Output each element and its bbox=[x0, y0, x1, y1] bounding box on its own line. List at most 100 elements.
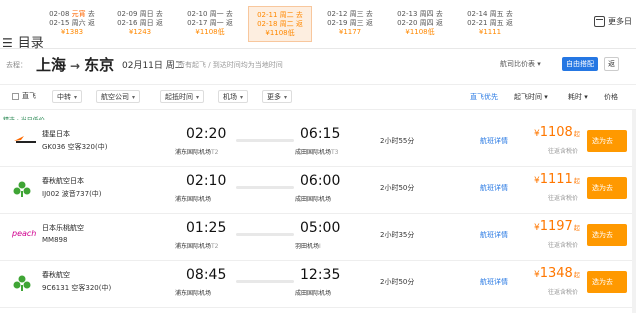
airline-name: 捷星日本 bbox=[42, 130, 70, 138]
arrival-time: 05:00 bbox=[300, 220, 341, 236]
arrival-time: 06:00 bbox=[300, 173, 341, 189]
flight-detail-link[interactable]: 航班详情 bbox=[480, 277, 508, 287]
select-flight-button[interactable]: 选为去 bbox=[587, 271, 627, 293]
date-cell[interactable]: 02-12 周三 去 02-19 周三 返 ¥1177 bbox=[318, 6, 382, 42]
departure-terminal: T2 bbox=[211, 149, 219, 156]
route-header: 去程： 上海 → 东京 02月11日 周二 所有起飞 / 到达时间均为当地时间 航司… bbox=[0, 54, 636, 76]
price-suffix: 起 bbox=[573, 225, 580, 232]
arrival-airport: 成田国际机场T3 bbox=[295, 149, 339, 156]
chevron-down-icon: ▾ bbox=[284, 94, 288, 101]
price-suffix: 起 bbox=[573, 272, 580, 279]
from-city: 上海 bbox=[36, 56, 67, 74]
flight-duration: 2小时50分 bbox=[380, 184, 415, 192]
flight-number[interactable]: MM898 bbox=[42, 236, 67, 244]
arrival-terminal: I bbox=[319, 243, 321, 250]
date-return: 02-17 周一 返 bbox=[187, 19, 233, 27]
date-go: 02-14 周五 去 bbox=[467, 10, 513, 18]
price: ¥1197起 bbox=[534, 219, 580, 234]
airline-name: 春秋航空 bbox=[42, 271, 70, 279]
arrival-airport: 成田国际机场 bbox=[295, 196, 332, 203]
date-go: 02-08 元宵 去 bbox=[49, 10, 95, 18]
date-price: ¥1108低 bbox=[195, 28, 225, 36]
flight-detail-link[interactable]: 航班详情 bbox=[480, 136, 508, 146]
date-cell[interactable]: 02-13 周四 去 02-20 周四 返 ¥1108低 bbox=[388, 6, 452, 42]
date-price: ¥1383 bbox=[60, 28, 84, 36]
arrival-airport: 羽田机场I bbox=[295, 243, 321, 250]
select-flight-button[interactable]: 选为去 bbox=[587, 130, 627, 152]
sort-direct-first[interactable]: 直飞优先 bbox=[470, 92, 498, 102]
flight-duration: 2小时35分 bbox=[380, 231, 415, 239]
airline-filter[interactable]: 航空公司 ▾ bbox=[96, 90, 141, 103]
route-line bbox=[236, 186, 294, 189]
chevron-down-icon: ▾ bbox=[584, 93, 588, 101]
flight-duration: 2小时55分 bbox=[380, 137, 415, 145]
departure-airport: 浦东国际机场 bbox=[175, 290, 212, 297]
custom-combo-button[interactable]: 自由搭配 bbox=[562, 57, 598, 71]
date-price: ¥1111 bbox=[478, 28, 502, 36]
date-return: 02-21 周五 返 bbox=[467, 19, 513, 27]
catalog-toggle[interactable]: ☰ 目录 bbox=[0, 33, 44, 53]
date-price: ¥1108低 bbox=[405, 28, 435, 36]
direct-checkbox[interactable]: 直飞 bbox=[8, 90, 40, 103]
departure-terminal: T2 bbox=[211, 243, 219, 250]
date-return: 02-18 周二 返 bbox=[257, 20, 303, 28]
airline-name: 春秋航空日本 bbox=[42, 177, 84, 185]
flight-number[interactable]: 9C6131 空客320(中) bbox=[42, 283, 111, 293]
date-go: 02-12 周三 去 bbox=[327, 10, 373, 18]
chevron-down-icon: ▾ bbox=[544, 93, 548, 101]
sort-price[interactable]: 价格 bbox=[604, 92, 618, 102]
arrival-airport: 成田国际机场 bbox=[295, 290, 332, 297]
date-cell[interactable]: 02-08 元宵 去 02-15 周六 返 ¥1383 bbox=[40, 6, 104, 42]
flight-row[interactable]: 捷星日本 GK036 空客320(中) 02:20 浦东国际机场T2 06:15 成田国际… bbox=[0, 120, 636, 167]
chevron-down-icon: ▾ bbox=[132, 94, 136, 101]
calendar-icon bbox=[594, 16, 605, 27]
spring-logo-icon bbox=[12, 179, 34, 197]
date-go: 02-09 周日 去 bbox=[117, 10, 163, 18]
date-cell[interactable]: 02-10 周一 去 02-17 周一 返 ¥1108低 bbox=[178, 6, 242, 42]
date-cell[interactable]: 02-09 周日 去 02-16 周日 返 ¥1243 bbox=[108, 6, 172, 42]
more-dates-button[interactable]: 更多日 bbox=[594, 16, 632, 27]
airport-filter[interactable]: 机场 ▾ bbox=[218, 90, 249, 103]
select-flight-button[interactable]: 选为去 bbox=[587, 224, 627, 246]
date-cell[interactable]: 02-11 周二 去 02-18 周二 返 ¥1108低 bbox=[248, 6, 312, 42]
tax-note: 往返含税价 bbox=[548, 148, 579, 155]
jetstar-logo-icon bbox=[12, 132, 36, 150]
more-filter[interactable]: 更多 ▾ bbox=[262, 90, 293, 103]
date-return: 02-20 周四 返 bbox=[397, 19, 443, 27]
flight-detail-link[interactable]: 航班详情 bbox=[480, 183, 508, 193]
route-line bbox=[236, 139, 294, 142]
other-button[interactable]: 返 bbox=[604, 57, 619, 71]
transfer-filter[interactable]: 中转 ▾ bbox=[52, 90, 83, 103]
flight-number[interactable]: GK036 空客320(中) bbox=[42, 142, 107, 152]
date-price: ¥1177 bbox=[338, 28, 362, 36]
filter-bar: 直飞 中转 ▾ 航空公司 ▾ 起抵时间 ▾ 机场 ▾ 更多 ▾ 直飞优先 起飞时间 ▾ 耗… bbox=[0, 84, 636, 110]
date-price: ¥1108低 bbox=[265, 29, 295, 37]
date-return: 02-16 周日 返 bbox=[117, 19, 163, 27]
date-go: 02-13 周四 去 bbox=[397, 10, 443, 18]
flight-row[interactable]: 春秋航空日本 IJ002 波音737(中) 02:10 浦东国际机场 06:00 成田国际… bbox=[0, 167, 636, 214]
time-filter[interactable]: 起抵时间 ▾ bbox=[160, 90, 205, 103]
price: ¥1348起 bbox=[534, 266, 580, 281]
flight-detail-link[interactable]: 航班详情 bbox=[480, 230, 508, 240]
flight-number[interactable]: IJ002 波音737(中) bbox=[42, 189, 102, 199]
flight-row[interactable]: peach 日本乐桃航空 MM898 01:25 浦东国际机场T2 05:00 羽田机场I 2… bbox=[0, 214, 636, 261]
departure-airport: 浦东国际机场T2 bbox=[175, 243, 219, 250]
tax-note: 往返含税价 bbox=[548, 289, 579, 296]
catalog-label: 目录 bbox=[17, 36, 44, 51]
to-city: 东京 bbox=[84, 56, 115, 74]
flight-row[interactable]: 春秋航空 9C6131 空客320(中) 08:45 浦东国际机场 12:35 成田国际机… bbox=[0, 261, 636, 308]
compare-dropdown[interactable]: 航司比价表 ▾ bbox=[500, 59, 541, 69]
select-flight-button[interactable]: 选为去 bbox=[587, 177, 627, 199]
scrollbar[interactable] bbox=[632, 110, 636, 313]
time-note: 所有起飞 / 到达时间均为当地时间 bbox=[178, 61, 283, 69]
sort-duration[interactable]: 耗时 ▾ bbox=[568, 92, 588, 102]
departure-time: 02:20 bbox=[186, 126, 227, 142]
flight-duration: 2小时50分 bbox=[380, 278, 415, 286]
chevron-down-icon: ▾ bbox=[74, 94, 78, 101]
sort-dep-time[interactable]: 起飞时间 ▾ bbox=[514, 92, 548, 102]
airline-name: 日本乐桃航空 bbox=[42, 224, 84, 232]
date-return: 02-19 周三 返 bbox=[327, 19, 373, 27]
date-cell[interactable]: 02-14 周五 去 02-21 周五 返 ¥1111 bbox=[458, 6, 522, 42]
departure-airport: 浦东国际机场T2 bbox=[175, 149, 219, 156]
svg-text:peach: peach bbox=[12, 229, 36, 238]
